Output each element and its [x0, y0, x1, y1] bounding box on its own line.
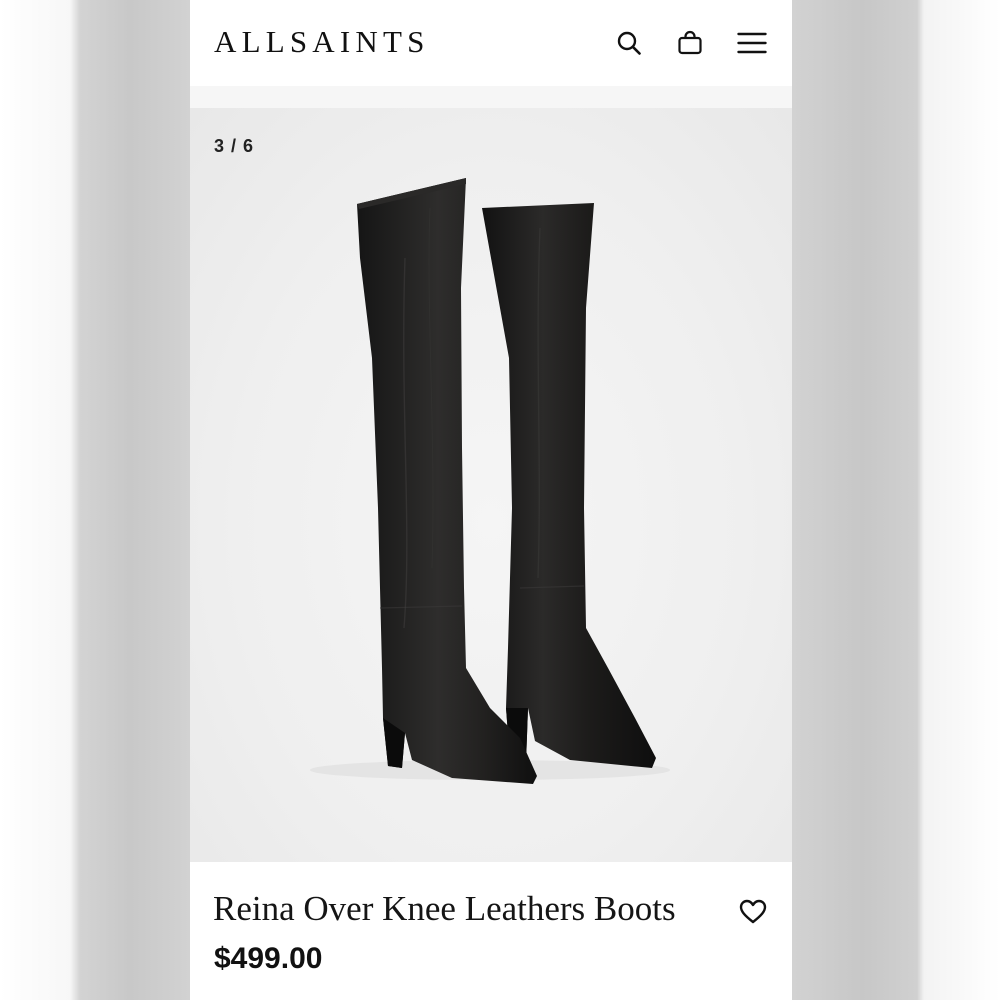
- wishlist-button[interactable]: [736, 895, 770, 929]
- search-button[interactable]: [613, 27, 645, 59]
- menu-button[interactable]: [736, 27, 768, 59]
- search-icon: [617, 31, 641, 55]
- shopping-bag-icon: [678, 30, 702, 55]
- blurred-right-margin: [792, 0, 1000, 1000]
- product-title: Reina Over Knee Leathers Boots: [213, 889, 676, 928]
- product-image-boots: [310, 178, 670, 784]
- product-price: $499.00: [214, 942, 323, 975]
- brand-logo[interactable]: ALLSAINTS: [214, 22, 430, 62]
- mobile-page: ALLSAINTS 3 / 6 Reina Over Knee Leathers…: [190, 0, 792, 1000]
- site-header: ALLSAINTS: [190, 0, 792, 86]
- blurred-left-margin: [0, 0, 190, 1000]
- heart-outline-icon: [739, 899, 767, 924]
- product-image-gallery[interactable]: 3 / 6: [190, 108, 792, 862]
- hamburger-menu-icon: [737, 32, 767, 54]
- header-divider-strip: [190, 86, 792, 108]
- bag-button[interactable]: [674, 27, 706, 59]
